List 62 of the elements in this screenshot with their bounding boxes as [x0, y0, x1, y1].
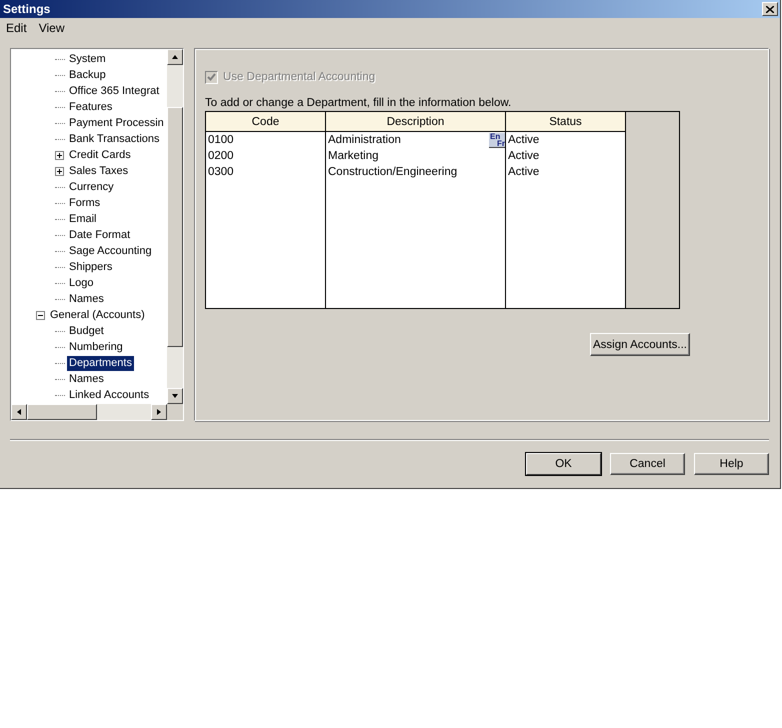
tree-item[interactable]: Names [67, 292, 106, 306]
table-cell: Marketing [328, 150, 378, 162]
triangle-down-icon [171, 392, 179, 400]
tree-item[interactable]: Bank Transactions [67, 132, 162, 146]
scroll-down-button[interactable] [167, 388, 183, 404]
table-cell: 0100 [208, 134, 234, 146]
tree-item[interactable]: Backup [67, 68, 108, 82]
tree-item[interactable]: Currency [67, 180, 116, 194]
triangle-right-icon [155, 408, 163, 416]
triangle-up-icon [171, 53, 179, 61]
tree-item[interactable]: Date Format [67, 228, 132, 242]
tree-item[interactable]: General (Accounts) [48, 308, 147, 322]
tree-item[interactable]: Departments [67, 356, 134, 370]
tree-item[interactable]: Features [67, 100, 114, 114]
scroll-thumb[interactable] [27, 404, 97, 420]
scrollbar-corner [167, 404, 183, 420]
tree-item[interactable]: Email [67, 212, 99, 226]
tree-item[interactable]: Sage Accounting [67, 244, 154, 258]
tree-item[interactable]: System [67, 52, 108, 66]
assign-accounts-button[interactable]: Assign Accounts... [590, 333, 690, 356]
window-title: Settings [3, 2, 50, 16]
menu-item[interactable]: Edit [6, 21, 27, 35]
language-toggle[interactable]: En Fr [489, 132, 505, 148]
column-header[interactable]: Code [206, 112, 325, 132]
tree-item[interactable]: Shippers [67, 260, 114, 274]
table-cell: Active [508, 134, 540, 146]
tree-item[interactable]: Linked Accounts [67, 388, 152, 402]
scroll-right-button[interactable] [151, 404, 167, 420]
tree-item[interactable]: Names [67, 372, 106, 386]
menu-item[interactable]: View [38, 21, 64, 35]
checkbox-label: Use Departmental Accounting [223, 71, 376, 83]
dialog-button[interactable]: Cancel [610, 453, 685, 475]
instruction-text: To add or change a Department, fill in the information below. [205, 97, 512, 109]
table-cell: 0200 [208, 150, 234, 162]
scroll-left-button[interactable] [11, 404, 27, 420]
close-icon [766, 6, 774, 12]
tree-item[interactable]: Sales Taxes [67, 164, 130, 178]
collapse-icon[interactable] [36, 310, 45, 320]
table-cell: 0300 [208, 166, 234, 178]
table-cell: Construction/Engineering [328, 166, 458, 178]
tree-item[interactable]: Logo [67, 276, 96, 290]
horizontal-scrollbar[interactable] [11, 404, 167, 420]
table-cell: Active [508, 150, 540, 162]
tree-item[interactable]: Forms [67, 196, 102, 210]
table-cell: Administration [328, 134, 401, 146]
dialog-button[interactable]: Help [694, 453, 769, 475]
column-header[interactable]: Status [506, 112, 625, 132]
tree-item[interactable]: Numbering [67, 340, 125, 354]
column-header[interactable]: Description [326, 112, 505, 132]
tree-item[interactable]: Payment Processin [67, 116, 166, 130]
scroll-thumb[interactable] [167, 106, 183, 346]
vertical-scrollbar[interactable] [167, 49, 183, 404]
tree-item[interactable]: Office 365 Integrat [67, 84, 162, 98]
close-button[interactable] [762, 2, 778, 16]
scroll-up-button[interactable] [167, 49, 183, 65]
triangle-left-icon [15, 408, 23, 416]
dialog-button[interactable]: OK [526, 453, 601, 475]
expand-icon[interactable] [55, 166, 64, 176]
tree-item[interactable]: Budget [67, 324, 106, 338]
tree-item[interactable]: Credit Cards [67, 148, 133, 162]
expand-icon[interactable] [55, 150, 64, 160]
table-cell: Active [508, 166, 540, 178]
